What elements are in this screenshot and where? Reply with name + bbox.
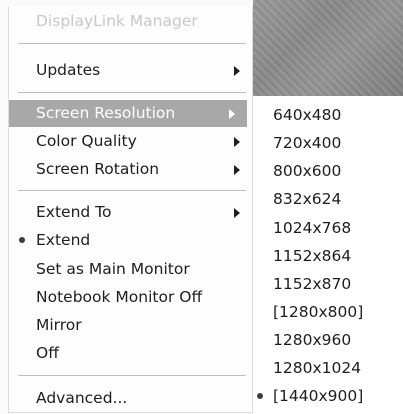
menu-item-label: Screen Rotation [36,160,160,178]
radio-bullet-icon [19,237,25,243]
resolution-item[interactable]: 1024x768 [253,214,403,242]
resolution-label: 1024x768 [273,219,352,237]
submenu-arrow-icon [229,109,235,119]
menu-separator [18,92,246,94]
submenu-arrow-icon [234,137,240,147]
menu-separator [18,375,246,377]
resolution-item[interactable]: 1280x1024 [253,354,403,382]
resolution-label: 1152x864 [273,247,352,265]
menu-item-notebook-monitor-off[interactable]: Notebook Monitor Off [9,284,252,311]
menu-title-label: DisplayLink Manager [36,12,198,30]
context-menu: DisplayLink Manager Updates Screen Resol… [0,0,253,414]
menu-item-label: Extend [36,231,91,249]
menu-item-updates[interactable]: Updates [9,57,252,84]
resolution-item[interactable]: 720x400 [253,129,403,157]
resolution-submenu: 640x480 720x400 800x600 832x624 1024x768… [253,96,403,414]
resolution-label: 832x624 [273,190,342,208]
menu-item-label: Extend To [36,203,112,221]
radio-bullet-icon [257,393,263,399]
menu-item-screen-resolution[interactable]: Screen Resolution [9,100,247,127]
menu-item-advanced[interactable]: Advanced... [9,385,252,412]
resolution-label: [1440x900] [273,387,364,405]
resolution-label: [1280x800] [273,303,364,321]
menu-item-screen-rotation[interactable]: Screen Rotation [9,156,252,183]
resolution-item[interactable]: 1152x864 [253,242,403,270]
menu-item-extend[interactable]: Extend [9,227,252,254]
submenu-arrow-icon [234,208,240,218]
menu-item-label: Screen Resolution [36,104,176,122]
resolution-item-selected[interactable]: [1440x900] [253,382,403,410]
resolution-item[interactable]: 1152x870 [253,270,403,298]
menu-item-label: Notebook Monitor Off [36,288,203,306]
resolution-item[interactable]: 1280x960 [253,326,403,354]
resolution-item[interactable]: 640x480 [253,101,403,129]
menu-item-mirror[interactable]: Mirror [9,312,252,339]
menu-separator [18,43,246,45]
menu-item-color-quality[interactable]: Color Quality [9,128,252,155]
menu-item-label: Off [36,344,59,362]
resolution-label: 800x600 [273,162,342,180]
menu-item-extend-to[interactable]: Extend To [9,199,252,226]
menu-item-label: Color Quality [36,132,137,150]
menu-title: DisplayLink Manager [9,8,252,35]
menu-item-label: Updates [36,61,101,79]
resolution-label: 1152x870 [273,275,352,293]
submenu-arrow-icon [234,165,240,175]
resolution-item[interactable]: 832x624 [253,185,403,213]
background-photo [253,0,403,96]
menu-separator [18,190,246,192]
resolution-label: 1280x1024 [273,359,362,377]
menu-item-label: Advanced... [36,389,128,407]
menu-item-label: Set as Main Monitor [36,260,190,278]
menu-item-label: Mirror [36,316,82,334]
submenu-arrow-icon [234,66,240,76]
resolution-item[interactable]: [1280x800] [253,298,403,326]
menu-item-off[interactable]: Off [9,340,252,367]
resolution-label: 720x400 [273,134,342,152]
resolution-label: 1280x960 [273,331,352,349]
menu-item-set-as-main-monitor[interactable]: Set as Main Monitor [9,256,252,283]
resolution-item[interactable]: 800x600 [253,157,403,185]
resolution-label: 640x480 [273,106,342,124]
